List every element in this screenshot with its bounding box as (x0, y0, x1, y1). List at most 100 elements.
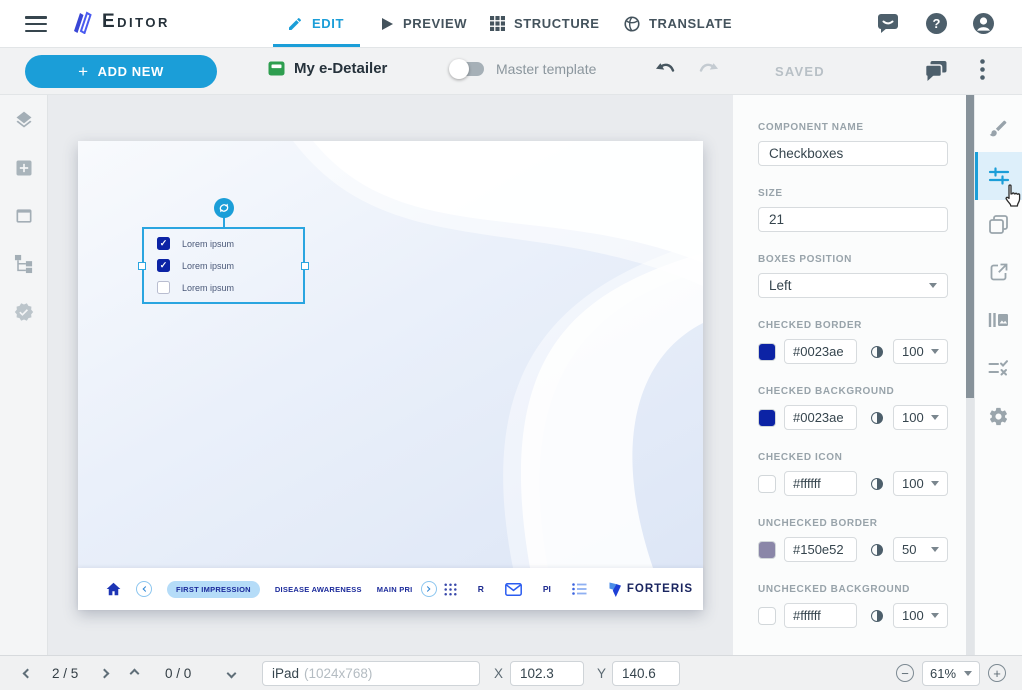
editor-logo-icon (68, 10, 94, 34)
feedback-icon[interactable] (877, 12, 901, 36)
settings-sliders-tab[interactable] (975, 152, 1022, 200)
home-icon[interactable] (106, 582, 121, 596)
nav-prev-icon[interactable] (136, 581, 152, 597)
panel-scrollbar[interactable] (966, 95, 974, 655)
hex-input[interactable] (784, 537, 857, 562)
help-icon[interactable]: ? (925, 12, 949, 36)
app-title: Editor (102, 11, 170, 33)
nav-next-icon[interactable] (421, 581, 437, 597)
prev-slide-icon[interactable] (24, 656, 31, 690)
play-icon (380, 17, 394, 31)
zoom-level-select[interactable]: 61% (922, 656, 980, 690)
boxes-position-select[interactable]: Left (758, 273, 948, 298)
opacity-select[interactable]: 100 (893, 603, 948, 628)
layout-image-tab[interactable] (975, 296, 1022, 344)
apps-grid-icon[interactable] (444, 583, 457, 596)
style-brush-tab[interactable] (975, 104, 1022, 152)
more-options-icon[interactable] (980, 59, 985, 80)
nav-link-main-pri[interactable]: MAIN PRI (377, 585, 413, 594)
undo-button[interactable] (655, 62, 676, 77)
x-input[interactable] (510, 661, 584, 686)
checkbox[interactable] (157, 259, 170, 272)
checkbox[interactable] (157, 281, 170, 294)
chevron-down-icon (931, 613, 939, 618)
tab-edit[interactable]: EDIT (287, 0, 344, 47)
slide-pager: 2 / 5 (52, 656, 78, 690)
color-swatch[interactable] (758, 409, 776, 427)
nav-link-first-impression[interactable]: FIRST IMPRESSION (167, 581, 260, 598)
zoom-in-button[interactable]: + (988, 656, 1006, 690)
rotate-handle-icon[interactable] (214, 198, 234, 218)
color-swatch[interactable] (758, 475, 776, 493)
opacity-select[interactable]: 100 (893, 471, 948, 496)
nav-link-disease-awareness[interactable]: DISEASE AWARENESS (275, 585, 362, 594)
slide-canvas[interactable]: Lorem ipsum Lorem ipsum Lorem ipsum F (78, 141, 703, 610)
profile-icon[interactable] (972, 12, 996, 36)
next-slide-icon[interactable] (101, 656, 108, 690)
color-swatch[interactable] (758, 607, 776, 625)
color-swatch[interactable] (758, 343, 776, 361)
document-title: My e-Detailer (294, 60, 387, 77)
slide-frame-icon[interactable] (14, 206, 34, 226)
master-template-toggle[interactable] (452, 62, 484, 76)
comments-icon[interactable] (924, 60, 948, 82)
x-coordinate[interactable] (510, 656, 584, 690)
resize-handle-right[interactable] (301, 262, 309, 270)
brand-logo: FORTERIS (608, 581, 693, 598)
open-external-tab[interactable] (975, 248, 1022, 296)
opacity-select[interactable]: 50 (893, 537, 948, 562)
tab-structure[interactable]: STRUCTURE (490, 0, 600, 47)
y-input[interactable] (612, 661, 680, 686)
redo-button[interactable] (698, 62, 719, 77)
references-link[interactable]: R (478, 584, 484, 594)
component-name-input[interactable] (758, 141, 948, 166)
left-sidebar (0, 95, 48, 655)
chevron-down-icon (931, 415, 939, 420)
color-swatch[interactable] (758, 541, 776, 559)
hamburger-menu-icon[interactable] (25, 16, 47, 32)
selected-component[interactable]: Lorem ipsum Lorem ipsum Lorem ipsum (142, 227, 305, 304)
list-icon[interactable] (572, 583, 587, 595)
pi-link[interactable]: PI (543, 584, 551, 594)
globe-icon (624, 16, 640, 32)
opacity-icon (871, 346, 883, 358)
tab-translate[interactable]: TRANSLATE (624, 0, 732, 47)
canvas-workspace[interactable]: Lorem ipsum Lorem ipsum Lorem ipsum F (48, 95, 733, 655)
layers-icon[interactable] (14, 110, 34, 130)
hex-input[interactable] (784, 339, 857, 364)
checked-border-row: 100 (758, 339, 948, 364)
checkbox[interactable] (157, 237, 170, 250)
add-new-button[interactable]: + ADD NEW (25, 55, 217, 88)
validation-list-tab[interactable] (975, 344, 1022, 392)
duplicate-tab[interactable] (975, 200, 1022, 248)
hex-input[interactable] (784, 603, 857, 628)
gear-settings-tab[interactable] (975, 392, 1022, 440)
mail-icon[interactable] (505, 583, 522, 596)
tab-preview[interactable]: PREVIEW (380, 0, 467, 47)
device-select[interactable]: iPad (1024x768) (262, 656, 480, 690)
document-toolbar: + ADD NEW My e-Detailer Master template … (0, 48, 1022, 95)
verified-badge-icon[interactable] (14, 302, 34, 322)
chevron-down-icon (964, 671, 972, 676)
hex-input[interactable] (784, 471, 857, 496)
checked-background-label: CHECKED BACKGROUND (758, 386, 948, 397)
y-coordinate[interactable] (612, 656, 680, 690)
layer-up-icon[interactable] (131, 656, 138, 690)
layer-down-icon[interactable] (228, 656, 235, 690)
slide-nav-tools: R PI FORTERIS (444, 581, 695, 598)
checked-border-label: CHECKED BORDER (758, 320, 948, 331)
tree-structure-icon[interactable] (14, 254, 34, 274)
unchecked-background-row: 100 (758, 603, 948, 628)
unchecked-border-label: UNCHECKED BORDER (758, 518, 948, 529)
opacity-icon (871, 478, 883, 490)
tab-label: STRUCTURE (514, 16, 600, 31)
add-box-icon[interactable] (14, 158, 34, 178)
opacity-select[interactable]: 100 (893, 405, 948, 430)
status-bar: 2 / 5 0 / 0 iPad (1024x768) X Y − 61% + (0, 655, 1022, 690)
resize-handle-left[interactable] (138, 262, 146, 270)
zoom-out-button[interactable]: − (896, 656, 914, 690)
size-input[interactable] (758, 207, 948, 232)
hex-input[interactable] (784, 405, 857, 430)
opacity-select[interactable]: 100 (893, 339, 948, 364)
scrollbar-thumb[interactable] (966, 95, 974, 398)
